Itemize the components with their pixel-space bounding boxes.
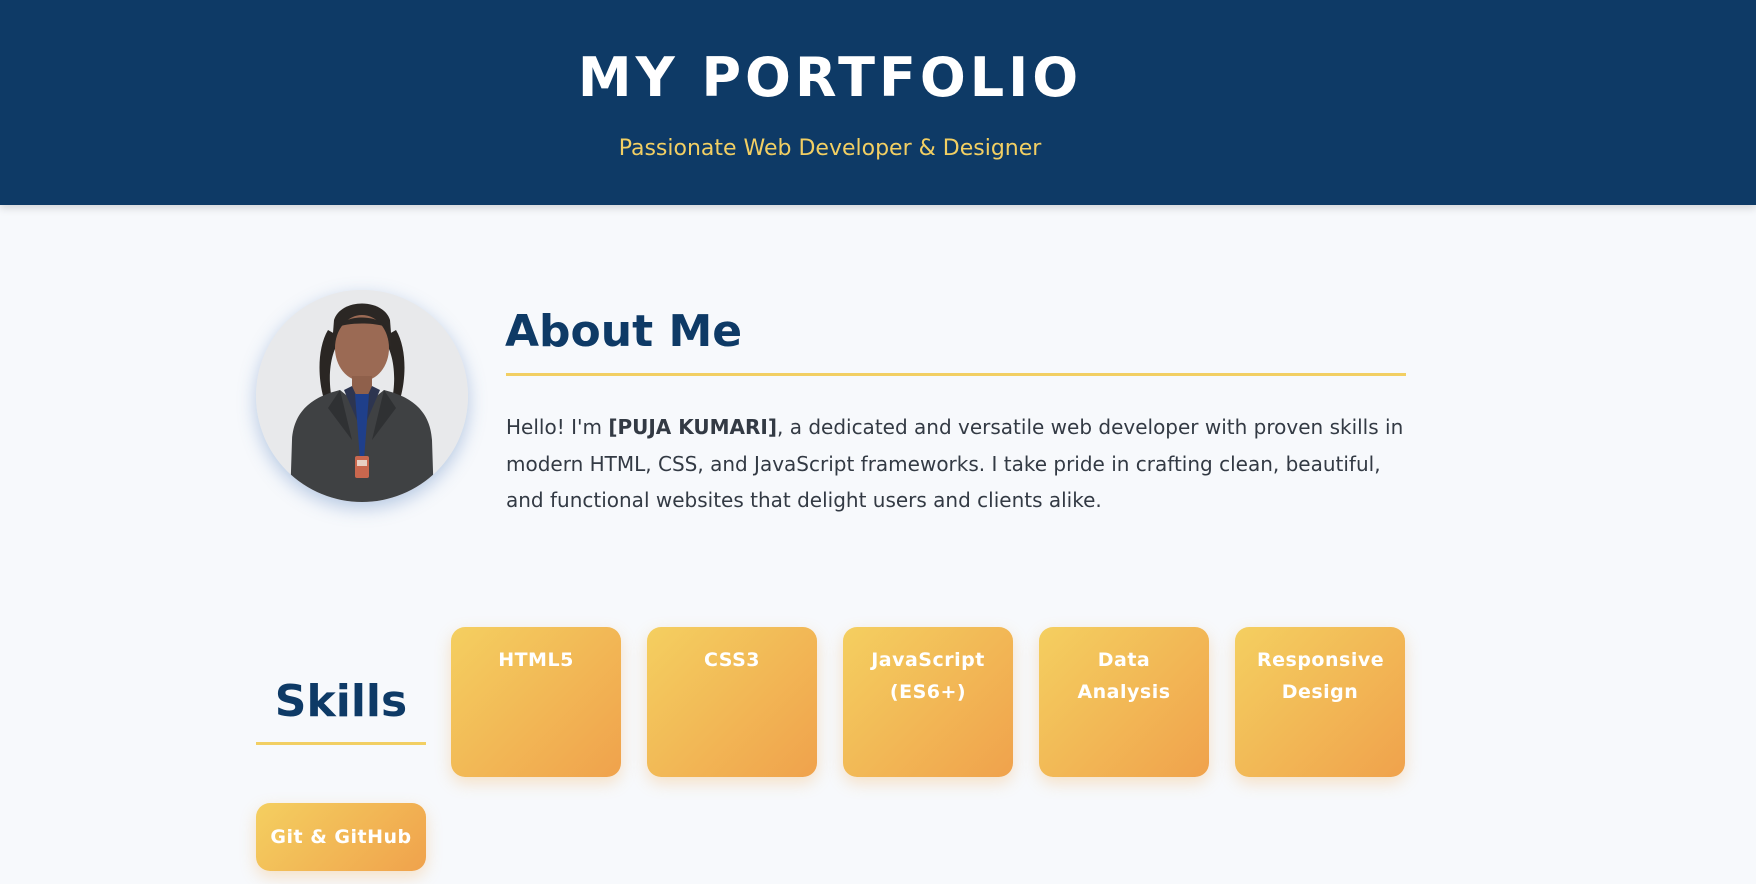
profile-photo (256, 290, 468, 502)
about-text: Hello! I'm [PUJA KUMARI], a dedicated an… (506, 409, 1411, 519)
skill-card-html5: HTML5 (451, 627, 621, 777)
site-header: MY PORTFOLIO Passionate Web Developer & … (0, 0, 1756, 205)
skills-divider (256, 742, 426, 745)
skill-card-css3: CSS3 (647, 627, 817, 777)
skill-card-data-analysis: Data Analysis (1039, 627, 1209, 777)
site-tagline: Passionate Web Developer & Designer (618, 136, 1042, 161)
site-title: MY PORTFOLIO (577, 46, 1083, 109)
skill-card-git-github: Git & GitHub (256, 803, 426, 871)
profile-photo-image (256, 290, 468, 502)
skill-card-responsive-design: Responsive Design (1235, 627, 1405, 777)
about-intro-prefix: Hello! I'm (506, 415, 609, 439)
skills-title: Skills (274, 676, 408, 727)
about-divider (506, 373, 1406, 376)
about-title: About Me (505, 306, 743, 357)
skill-card-javascript: JavaScript (ES6+) (843, 627, 1013, 777)
about-name: [PUJA KUMARI] (608, 415, 777, 439)
